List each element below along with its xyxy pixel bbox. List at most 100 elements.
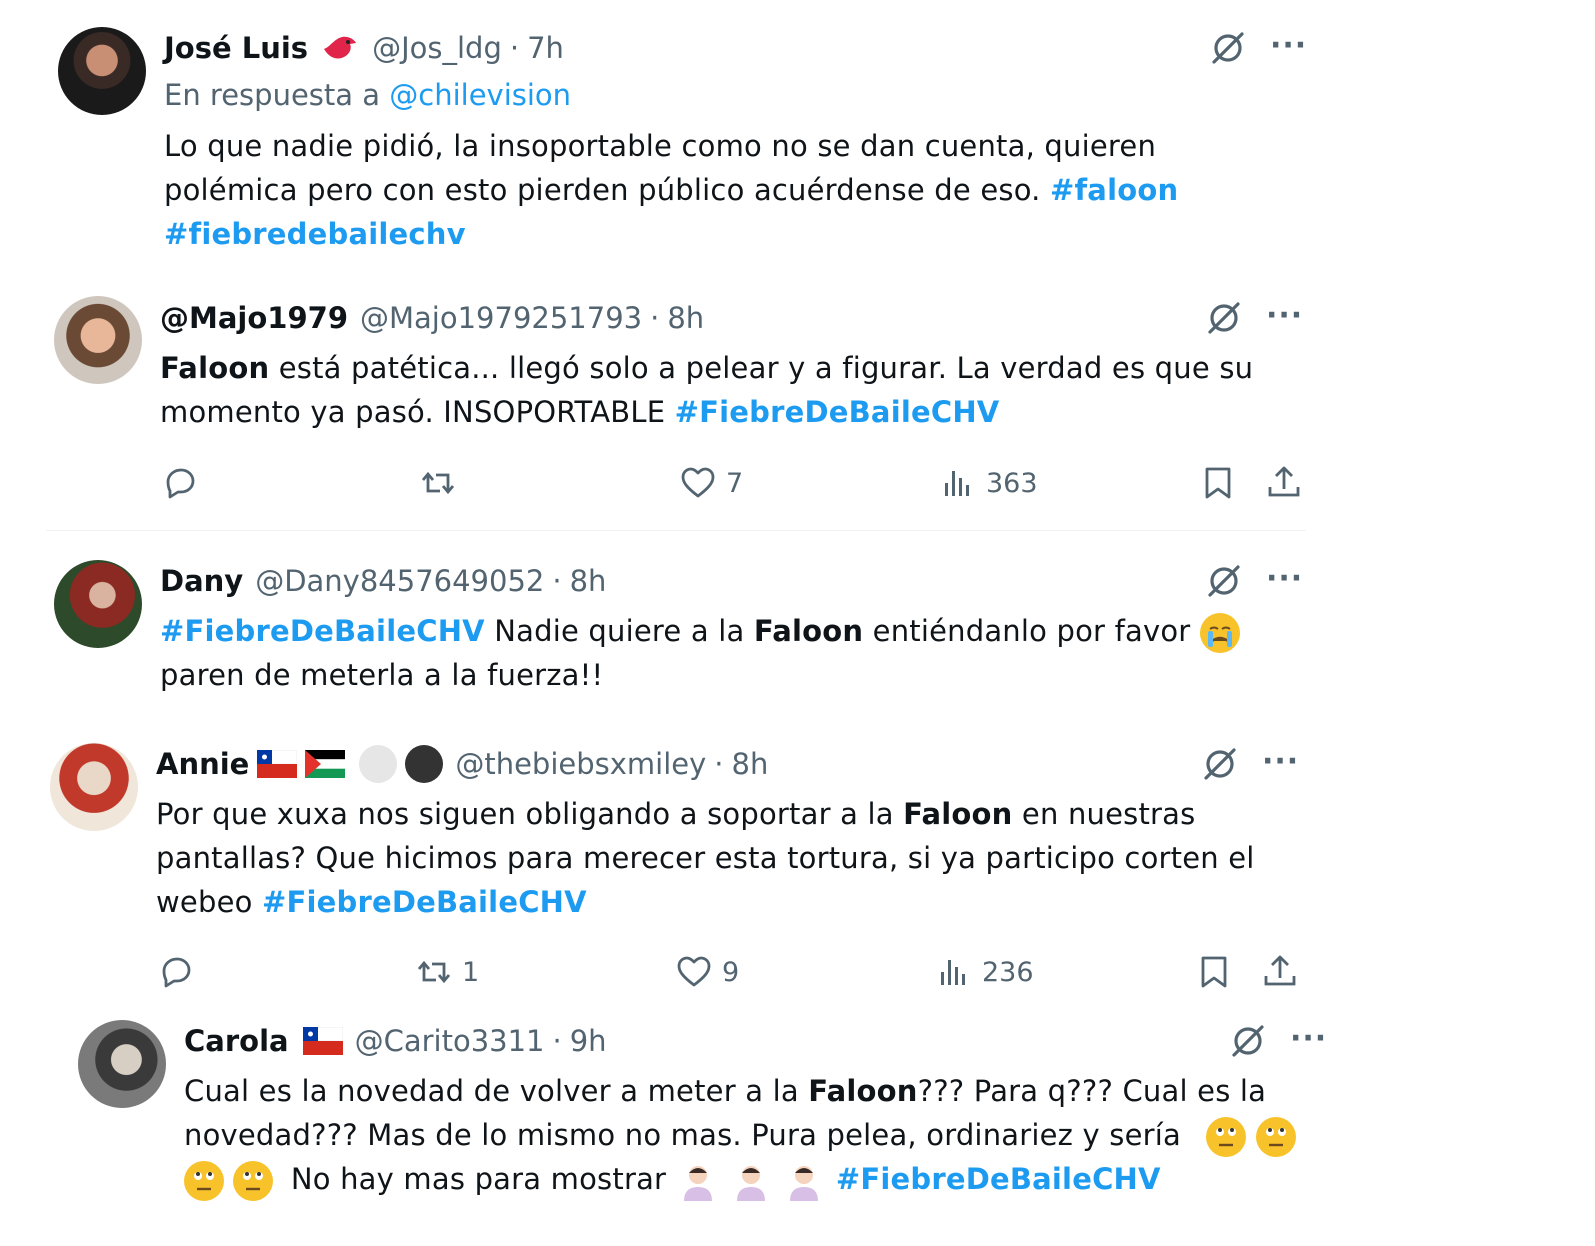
bookmark-icon [1194,952,1234,992]
heart-icon [674,952,714,992]
timestamp[interactable]: 9h [570,1024,607,1058]
views-button[interactable]: 236 [934,952,1034,992]
tweet-annie[interactable]: Annie @thebiebsxmiley · 8h ··· Por que x… [0,728,1595,1018]
hashtag-link[interactable]: #FiebreDeBaileCHV [262,885,587,919]
facepalm-person-emoji [737,1166,766,1201]
tweet-jose-luis[interactable]: José Luis @Jos_ldg · 7h ··· En respuesta… [0,0,1595,270]
handle[interactable]: @Jos_ldg [372,31,502,65]
share-icon [1260,952,1300,992]
reply-icon [160,463,200,503]
view-count: 363 [986,467,1038,499]
display-name[interactable]: @Majo1979 [160,301,348,335]
hashtag-link[interactable]: #fiebredebailechv [164,217,466,251]
retweet-icon [418,463,458,503]
handle[interactable]: @Dany8457649052 [255,564,544,598]
more-options-button[interactable]: ··· [1266,298,1303,333]
display-name[interactable]: Annie [156,747,249,781]
hashtag-link[interactable]: #FiebreDeBaileCHV [160,614,485,648]
chile-flag-icon [257,750,298,778]
hashtag-link[interactable]: #FiebreDeBaileCHV [836,1162,1161,1196]
retweet-count: 1 [462,956,480,988]
tweet-text-part: en nuestras [1021,797,1196,831]
hashtag-link[interactable]: #FiebreDeBaileCHV [675,395,1000,429]
share-button[interactable] [1264,463,1304,503]
like-button[interactable]: 7 [678,463,743,503]
more-options-button[interactable]: ··· [1262,744,1299,779]
avatar[interactable] [54,560,142,648]
handle[interactable]: @Majo1979251793 [360,301,642,335]
like-count: 7 [726,467,744,499]
grok-icon[interactable] [1228,1021,1268,1061]
views-icon [934,952,974,992]
highlighted-term: Faloon [808,1074,918,1108]
avatar[interactable] [58,27,146,115]
bookmark-icon [1198,463,1238,503]
tweet-text-line: Lo que nadie pidió, la insoportable como… [164,129,1157,163]
tweet-text-line: novedad??? Mas de lo mismo no mas. Pura … [184,1118,1181,1152]
more-options-button[interactable]: ··· [1290,1021,1327,1056]
avatar[interactable] [50,743,138,831]
retweet-button[interactable] [418,463,458,503]
avatar[interactable] [54,296,142,384]
tweet-text: Faloon está patética... llegó solo a pel… [160,346,1280,434]
tweet-dany[interactable]: Dany @Dany8457649052 · 8h ··· #FiebreDeB… [0,545,1595,715]
more-options-button[interactable]: ··· [1266,561,1303,596]
facepalm-person-emoji [790,1166,819,1201]
handle[interactable]: @Carito3311 [355,1024,545,1058]
handle[interactable]: @thebiebsxmiley [455,747,706,781]
tweet-text: Por que xuxa nos siguen obligando a sopo… [156,792,1296,924]
grok-icon[interactable] [1208,28,1248,68]
tweet-text-line: webeo [156,885,253,919]
tweet-text: Lo que nadie pidió, la insoportable como… [164,124,1264,256]
more-options-button[interactable]: ··· [1270,28,1307,63]
eye-roll-emoji [1255,1117,1296,1157]
timestamp[interactable]: 8h [570,564,607,598]
tweet-text-part: entiéndanlo por favor [872,614,1191,648]
separator-dot: · [552,564,562,598]
display-name[interactable]: José Luis [164,31,308,65]
reply-button[interactable] [160,463,200,503]
separator-dot: · [650,301,660,335]
like-button[interactable]: 9 [674,952,739,992]
view-count: 236 [982,956,1034,988]
grok-icon[interactable] [1204,298,1244,338]
tweet-text: #FiebreDeBaileCHV Nadie quiere a la Falo… [160,609,1280,697]
tweet-text-part: No hay mas para mostrar [290,1162,667,1196]
eye-roll-emoji [1206,1117,1247,1157]
retweet-icon [414,952,454,992]
reply-icon [156,952,196,992]
palestine-flag-icon [305,750,346,778]
tweet-majo1979[interactable]: @Majo1979 @Majo1979251793 · 8h ··· Faloo… [0,280,1595,525]
separator-dot: · [714,747,724,781]
timestamp[interactable]: 8h [667,301,704,335]
highlighted-term: Faloon [903,797,1013,831]
reply-context: En respuesta a @chilevision [164,78,571,112]
grok-icon[interactable] [1204,561,1244,601]
avatar[interactable] [78,1020,166,1108]
bookmark-button[interactable] [1198,463,1238,503]
tweet-carola[interactable]: Carola @Carito3311 · 9h ··· Cual es la n… [0,1005,1595,1246]
highlighted-term: Faloon [753,614,864,648]
display-name[interactable]: Dany [160,564,243,598]
reply-prefix: En respuesta a [164,78,381,112]
bookmark-button[interactable] [1194,952,1234,992]
grok-icon[interactable] [1200,744,1240,784]
reply-mention-link[interactable]: @chilevision [389,78,571,112]
tweet-text-line: pantallas? Que hicimos para merecer esta… [156,841,1255,875]
tweet-text-part: Cual es la novedad de volver a meter a l… [184,1074,799,1108]
share-icon [1264,463,1304,503]
hashtag-link[interactable]: #faloon [1050,173,1178,207]
timestamp[interactable]: 7h [527,31,564,65]
timestamp[interactable]: 8h [732,747,769,781]
like-count: 9 [722,956,740,988]
share-button[interactable] [1260,952,1300,992]
views-button[interactable]: 363 [938,463,1038,503]
reply-button[interactable] [156,952,196,992]
black-circle-icon [405,745,444,783]
tweet-text-line: paren de meterla a la fuerza!! [160,658,604,692]
views-icon [938,463,978,503]
chile-flag-icon [302,1027,343,1055]
retweet-button[interactable]: 1 [414,952,479,992]
tweet-text-line: polémica pero con esto pierden público a… [164,173,1041,207]
display-name[interactable]: Carola [184,1024,289,1058]
